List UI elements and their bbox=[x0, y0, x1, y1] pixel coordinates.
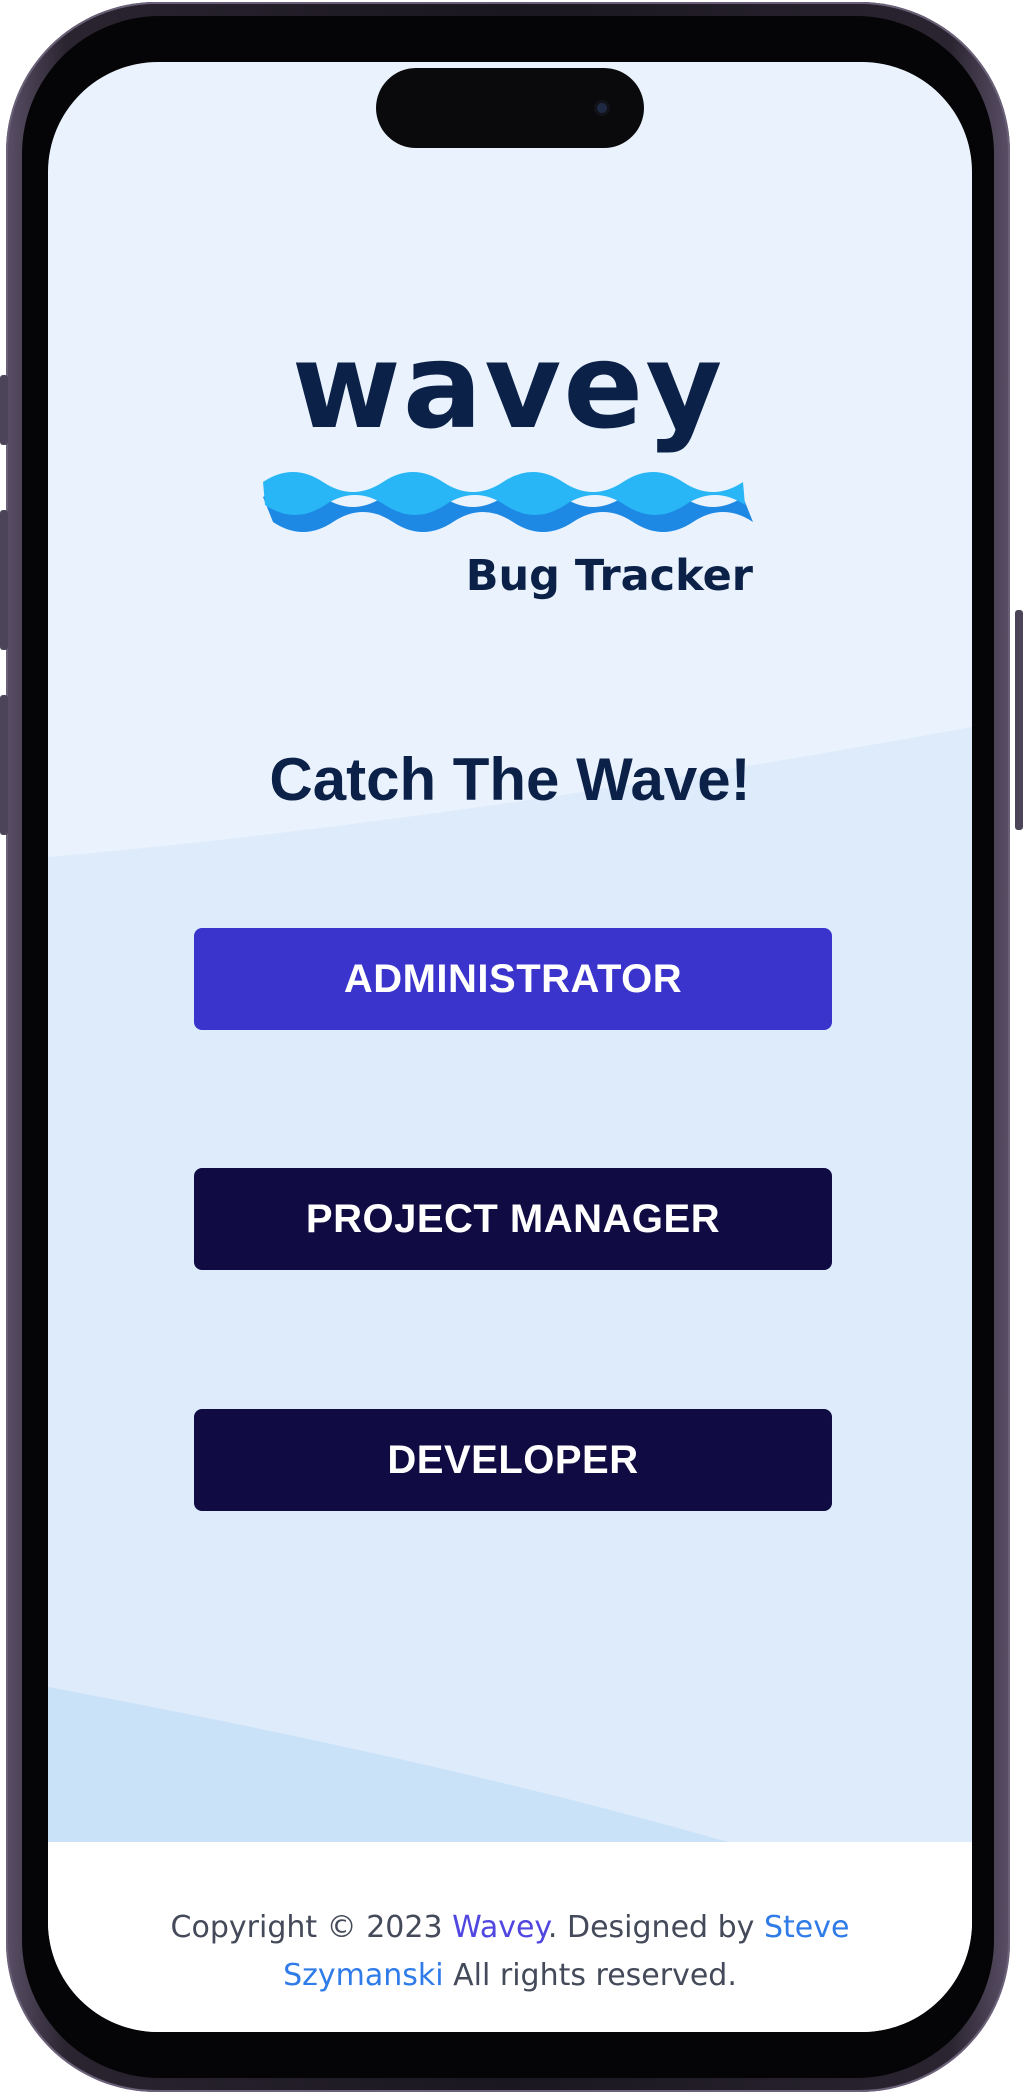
logo: wavey Bug Tracker bbox=[263, 327, 753, 617]
designed-by-text: . Designed by bbox=[547, 1910, 764, 1945]
brand-link[interactable]: Wavey bbox=[452, 1910, 548, 1945]
wave-icon bbox=[263, 472, 753, 532]
footer: Copyright © 2023 Wavey. Designed by Stev… bbox=[48, 1842, 972, 2032]
page: wavey Bug Tracker Catch The Wave! ADMINI… bbox=[0, 0, 1023, 2096]
administrator-button[interactable]: ADMINISTRATOR bbox=[194, 928, 832, 1030]
copyright-prefix: Copyright © 2023 bbox=[170, 1910, 453, 1945]
power-button bbox=[1015, 610, 1023, 830]
developer-button[interactable]: DEVELOPER bbox=[194, 1409, 832, 1511]
author-link-last[interactable]: Szymanski bbox=[283, 1958, 444, 1993]
action-button bbox=[0, 375, 8, 445]
volume-down-button bbox=[0, 695, 8, 835]
author-link-first[interactable]: Steve bbox=[764, 1910, 849, 1945]
rights-text: All rights reserved. bbox=[443, 1958, 737, 1993]
copyright-text: Copyright © 2023 Wavey. Designed by Stev… bbox=[168, 1904, 852, 2000]
logo-wordmark: wavey bbox=[291, 317, 725, 455]
page-title: Catch The Wave! bbox=[269, 746, 751, 813]
logo-subtitle: Bug Tracker bbox=[465, 551, 753, 601]
project-manager-button[interactable]: PROJECT MANAGER bbox=[194, 1168, 832, 1270]
dynamic-island bbox=[376, 68, 644, 148]
volume-up-button bbox=[0, 510, 8, 650]
screen: wavey Bug Tracker Catch The Wave! ADMINI… bbox=[48, 62, 972, 2032]
camera-icon bbox=[594, 100, 610, 116]
